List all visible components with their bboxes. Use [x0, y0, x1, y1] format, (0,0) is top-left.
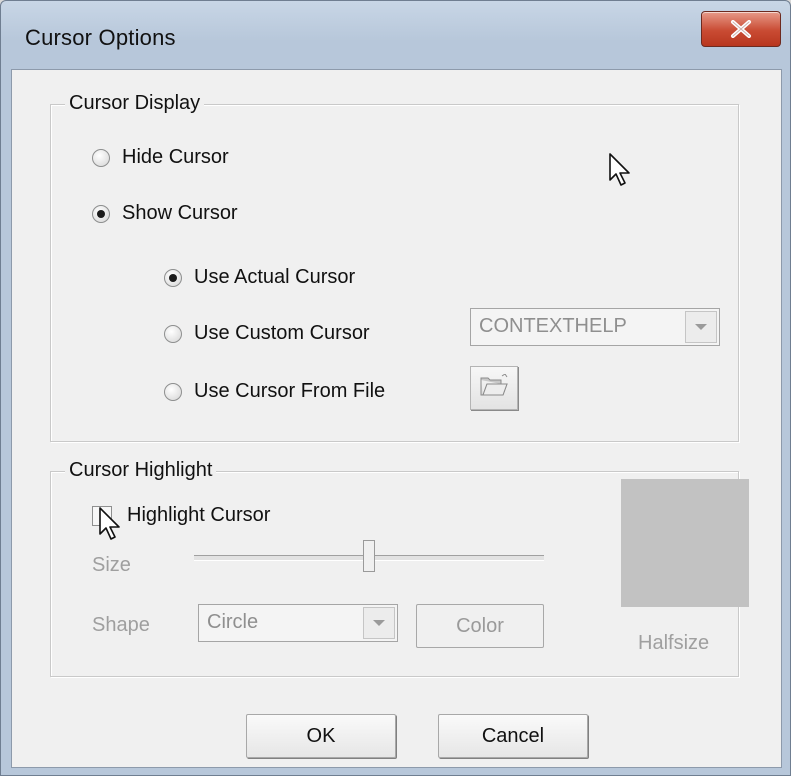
chevron-down-icon[interactable] — [363, 607, 395, 639]
show-cursor-label: Show Cursor — [122, 202, 238, 224]
size-slider-thumb[interactable] — [363, 540, 375, 572]
custom-cursor-select[interactable]: CONTEXTHELP — [470, 308, 720, 346]
cursor-highlight-title: Cursor Highlight — [65, 459, 217, 482]
use-actual-cursor-radio[interactable]: Use Actual Cursor — [164, 266, 355, 289]
shape-label: Shape — [92, 614, 150, 636]
highlight-cursor-label: Highlight Cursor — [127, 504, 271, 526]
hide-cursor-radio[interactable]: Hide Cursor — [92, 146, 229, 169]
color-button[interactable]: Color — [416, 604, 544, 648]
mouse-pointer-icon — [98, 506, 124, 547]
preview-label: Halfsize — [638, 632, 710, 654]
title-bar: Cursor Options — [1, 1, 790, 69]
close-button[interactable] — [701, 11, 781, 47]
size-label: Size — [92, 554, 131, 576]
use-cursor-from-file-radio-dot[interactable] — [164, 382, 182, 401]
show-cursor-radio[interactable]: Show Cursor — [92, 202, 238, 225]
use-actual-cursor-radio-dot[interactable] — [164, 268, 182, 287]
use-custom-cursor-radio-dot[interactable] — [164, 324, 182, 343]
show-cursor-radio-dot[interactable] — [92, 204, 110, 223]
close-icon — [730, 20, 752, 38]
window-title: Cursor Options — [25, 25, 176, 50]
shape-select-value: Circle — [207, 611, 259, 633]
use-actual-cursor-label: Use Actual Cursor — [194, 266, 356, 288]
dialog-client-area: Cursor Display Hide Cursor Show Cursor U… — [11, 69, 782, 768]
use-cursor-from-file-radio[interactable]: Use Cursor From File — [164, 380, 385, 403]
chevron-down-icon[interactable] — [685, 311, 717, 343]
use-custom-cursor-label: Use Custom Cursor — [194, 322, 370, 344]
custom-cursor-select-value: CONTEXTHELP — [479, 315, 627, 337]
use-custom-cursor-radio[interactable]: Use Custom Cursor — [164, 322, 370, 345]
highlight-preview — [621, 479, 749, 607]
hide-cursor-label: Hide Cursor — [122, 146, 229, 168]
shape-select[interactable]: Circle — [198, 604, 398, 642]
cancel-button[interactable]: Cancel — [438, 714, 588, 758]
use-cursor-from-file-label: Use Cursor From File — [194, 380, 386, 402]
ok-button[interactable]: OK — [246, 714, 396, 758]
mouse-pointer-icon — [608, 152, 634, 193]
hide-cursor-radio-dot[interactable] — [92, 148, 110, 167]
open-folder-icon — [479, 372, 509, 403]
browse-cursor-file-button[interactable] — [470, 366, 518, 410]
cursor-display-title: Cursor Display — [65, 92, 205, 115]
cursor-options-dialog: Cursor Options Cursor Display Hide Curso… — [0, 0, 791, 776]
